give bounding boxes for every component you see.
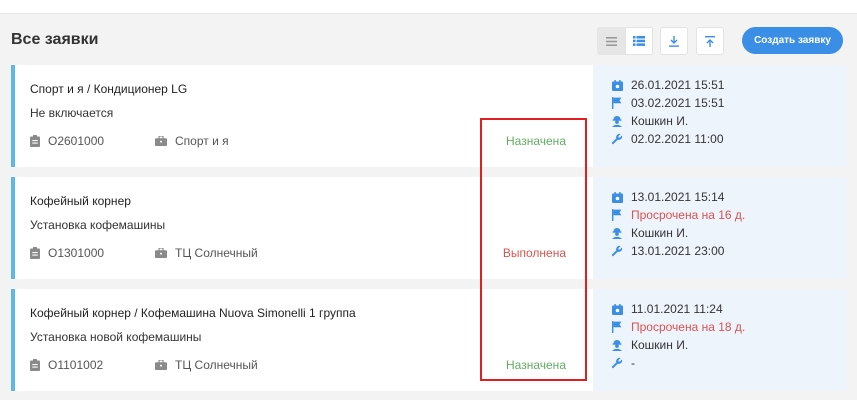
done-row: 13.01.2021 23:00 <box>611 244 724 258</box>
request-number: О1301000 <box>30 246 104 260</box>
deadline-row: Просрочена на 16 д. <box>611 208 745 222</box>
download-button[interactable] <box>660 27 688 55</box>
assignee-name: Кошкин И. <box>631 338 689 352</box>
done-row: - <box>611 356 635 370</box>
download-icon <box>669 35 679 47</box>
card-title[interactable]: Кофейный корнер <box>30 194 131 208</box>
deadline-value: Просрочена на 18 д. <box>631 320 746 334</box>
calendar-icon <box>611 79 623 91</box>
card-title[interactable]: Спорт и я / Кондиционер LG <box>30 82 187 96</box>
assignee-row: Кошкин И. <box>611 114 688 128</box>
assignee-row: Кошкин И. <box>611 226 688 240</box>
view-toggle <box>597 27 654 55</box>
card-description: Не включается <box>30 106 114 120</box>
page-title: Все заявки <box>11 31 99 48</box>
card-dates: 26.01.2021 15:51 03.02.2021 15:51 Кошкин… <box>593 65 847 167</box>
done-date: 13.01.2021 23:00 <box>631 244 725 258</box>
client-info: ТЦ Солнечный <box>155 246 258 260</box>
worker-icon <box>611 339 623 351</box>
clipboard-icon <box>30 135 40 147</box>
request-number: О1101002 <box>30 358 103 372</box>
briefcase-icon <box>155 136 167 146</box>
done-date: 02.02.2021 11:00 <box>631 132 724 146</box>
flag-icon <box>611 97 623 109</box>
assignee-name: Кошкин И. <box>631 226 689 240</box>
wrench-icon <box>611 133 623 145</box>
create-request-button[interactable]: Создать заявку <box>742 27 843 54</box>
deadline-row: 03.02.2021 15:51 <box>611 96 724 110</box>
card-dates: 13.01.2021 15:14 Просрочена на 16 д. Кош… <box>593 177 847 279</box>
created-row: 11.01.2021 11:24 <box>611 302 723 316</box>
card-dates: 11.01.2021 11:24 Просрочена на 18 д. Кош… <box>593 289 847 391</box>
client-info: Спорт и я <box>155 134 229 148</box>
request-number-value: О2601000 <box>48 134 105 148</box>
client-name: ТЦ Солнечный <box>175 246 258 260</box>
request-number-value: О1301000 <box>48 246 105 260</box>
clipboard-icon <box>30 359 40 371</box>
request-card[interactable]: Кофейный корнер Установка кофемашины О13… <box>11 177 847 279</box>
request-number-value: О1101002 <box>48 358 104 372</box>
deadline-value: Просрочена на 16 д. <box>631 208 746 222</box>
upload-icon <box>705 35 715 47</box>
assignee-name: Кошкин И. <box>631 114 689 128</box>
flag-icon <box>611 209 623 221</box>
wrench-icon <box>611 357 623 369</box>
worker-icon <box>611 115 623 127</box>
card-description: Установка кофемашины <box>30 218 166 232</box>
upload-button[interactable] <box>696 27 724 55</box>
client-name: Спорт и я <box>175 134 229 148</box>
tiles-view-icon[interactable] <box>625 27 653 55</box>
card-description: Установка новой кофемашины <box>30 330 202 344</box>
briefcase-icon <box>155 248 167 258</box>
assignee-row: Кошкин И. <box>611 338 688 352</box>
briefcase-icon <box>155 360 167 370</box>
request-card[interactable]: Спорт и я / Кондиционер LG Не включается… <box>11 65 847 167</box>
request-number: О2601000 <box>30 134 104 148</box>
wrench-icon <box>611 245 623 257</box>
card-title[interactable]: Кофейный корнер / Кофемашина Nuova Simon… <box>30 306 356 320</box>
created-date: 26.01.2021 15:51 <box>631 78 725 92</box>
created-row: 26.01.2021 15:51 <box>611 78 724 92</box>
top-bar <box>0 0 857 14</box>
client-name: ТЦ Солнечный <box>175 358 258 372</box>
client-info: ТЦ Солнечный <box>155 358 258 372</box>
calendar-icon <box>611 191 623 203</box>
clipboard-icon <box>30 247 40 259</box>
deadline-value: 03.02.2021 15:51 <box>631 96 725 110</box>
created-row: 13.01.2021 15:14 <box>611 190 724 204</box>
created-date: 11.01.2021 11:24 <box>631 302 723 316</box>
flag-icon <box>611 321 623 333</box>
deadline-row: Просрочена на 18 д. <box>611 320 745 334</box>
calendar-icon <box>611 303 623 315</box>
worker-icon <box>611 227 623 239</box>
done-date: - <box>631 356 635 370</box>
created-date: 13.01.2021 15:14 <box>631 190 725 204</box>
request-card[interactable]: Кофейный корнер / Кофемашина Nuova Simon… <box>11 289 847 391</box>
list-view-icon[interactable] <box>597 27 625 55</box>
status-highlight-box <box>480 118 587 381</box>
done-row: 02.02.2021 11:00 <box>611 132 724 146</box>
